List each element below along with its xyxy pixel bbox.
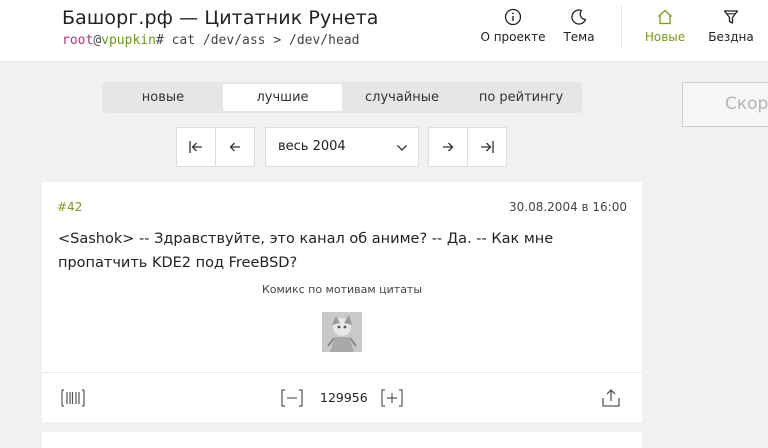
share-icon[interactable] (601, 388, 621, 408)
home-icon (658, 9, 672, 25)
last-page-button[interactable] (467, 127, 507, 167)
arrow-left-icon (229, 142, 240, 152)
nav-divider (621, 6, 622, 48)
barcode-icon[interactable] (61, 389, 85, 407)
prompt-user: root (62, 33, 94, 48)
terminal-prompt: root@vpupkin# cat /dev/ass > /dev/head (62, 33, 359, 48)
prompt-host: vpupkin (101, 33, 156, 48)
tab-by-rating[interactable]: по рейтингу (462, 84, 580, 111)
vote-down-icon[interactable] (281, 389, 303, 407)
chevron-down-icon (397, 145, 407, 151)
nav-theme-label: Тема (563, 30, 595, 44)
sort-tabs: новые лучшие случайные по рейтингу (102, 82, 582, 113)
quote-card: #42 30.08.2004 в 16:00 <Sashok> -- Здрав… (42, 182, 642, 422)
nav-abyss-label: Бездна (708, 30, 754, 44)
comic-thumbnail[interactable] (322, 312, 362, 352)
nav-new-label: Новые (644, 30, 686, 44)
nav-abyss[interactable]: Бездна (702, 8, 760, 56)
moon-icon (571, 9, 587, 25)
prev-page-button[interactable] (215, 127, 255, 167)
nav-about-label: О проекте (480, 30, 546, 44)
info-icon (504, 8, 522, 26)
funnel-icon (723, 10, 739, 24)
comic-label: Комикс по мотивам цитаты (261, 283, 423, 296)
arrow-right-icon (443, 142, 454, 152)
quote-rating: 129956 (320, 390, 368, 405)
next-page-button[interactable] (428, 127, 468, 167)
prompt-command: # cat /dev/ass > /dev/head (155, 33, 360, 48)
quote-date: 30.08.2004 в 16:00 (509, 200, 627, 214)
comic-image (322, 312, 362, 352)
nav-about[interactable]: О проекте (474, 8, 552, 56)
site-header: Башорг.рф — Цитатник Рунета root@vpupkin… (0, 0, 768, 62)
period-select[interactable]: весь 2004 (265, 127, 419, 167)
quote-text: <Sashok> -- Здравствуйте, это канал об а… (58, 231, 554, 271)
last-page-icon (481, 141, 494, 153)
tab-random[interactable]: случайные (343, 84, 461, 111)
tab-best[interactable]: лучшие (223, 84, 342, 111)
next-quote-card (42, 432, 642, 448)
search-input[interactable]: Скоро (682, 82, 768, 127)
first-page-icon (189, 141, 202, 153)
tab-new[interactable]: новые (104, 84, 222, 111)
nav-theme[interactable]: Тема (556, 8, 602, 56)
period-select-value: весь 2004 (278, 139, 346, 154)
quote-id-link[interactable]: #42 (57, 200, 82, 214)
first-page-button[interactable] (176, 127, 216, 167)
quote-footer: 129956 (42, 372, 642, 422)
nav-new[interactable]: Новые (636, 8, 694, 56)
vote-up-icon[interactable] (381, 389, 403, 407)
site-title[interactable]: Башорг.рф — Цитатник Рунета (62, 7, 379, 29)
prompt-at: @ (93, 33, 102, 48)
